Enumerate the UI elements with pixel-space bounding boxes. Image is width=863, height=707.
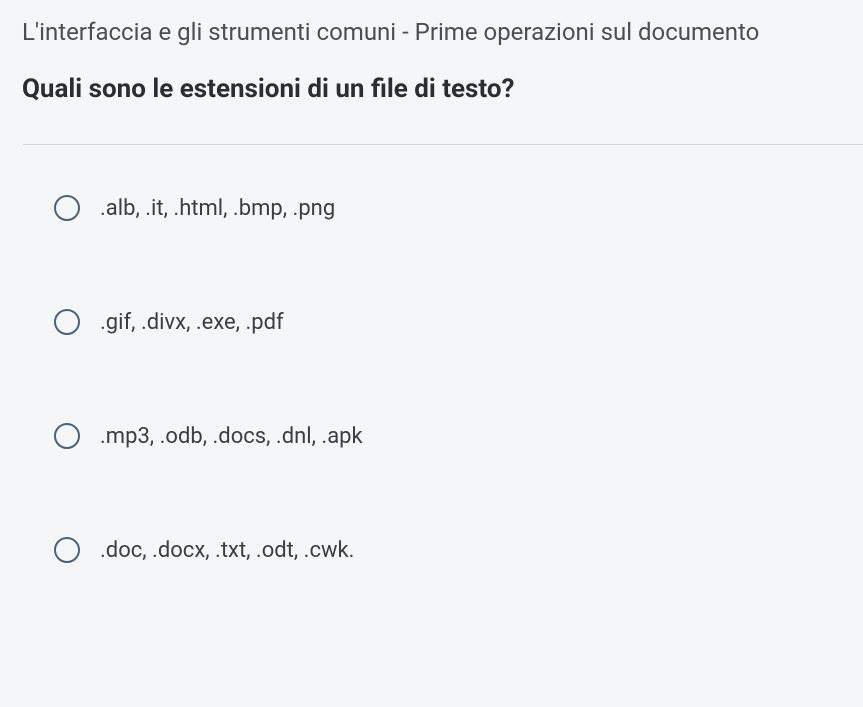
option-4[interactable]: .doc, .docx, .txt, .odt, .cwk. [54, 537, 863, 563]
divider [22, 144, 863, 145]
options-list: .alb, .it, .html, .bmp, .png .gif, .divx… [22, 195, 863, 563]
radio-icon [54, 423, 80, 449]
option-2[interactable]: .gif, .divx, .exe, .pdf [54, 309, 863, 335]
question-title: Quali sono le estensioni di un file di t… [22, 74, 863, 104]
option-label: .alb, .it, .html, .bmp, .png [100, 196, 335, 221]
option-1[interactable]: .alb, .it, .html, .bmp, .png [54, 195, 863, 221]
radio-icon [54, 309, 80, 335]
breadcrumb: L'interfaccia e gli strumenti comuni - P… [22, 18, 863, 46]
option-label: .mp3, .odb, .docs, .dnl, .apk [100, 424, 363, 449]
option-label: .gif, .divx, .exe, .pdf [100, 310, 284, 335]
radio-icon [54, 537, 80, 563]
option-3[interactable]: .mp3, .odb, .docs, .dnl, .apk [54, 423, 863, 449]
option-label: .doc, .docx, .txt, .odt, .cwk. [100, 538, 354, 563]
radio-icon [54, 195, 80, 221]
